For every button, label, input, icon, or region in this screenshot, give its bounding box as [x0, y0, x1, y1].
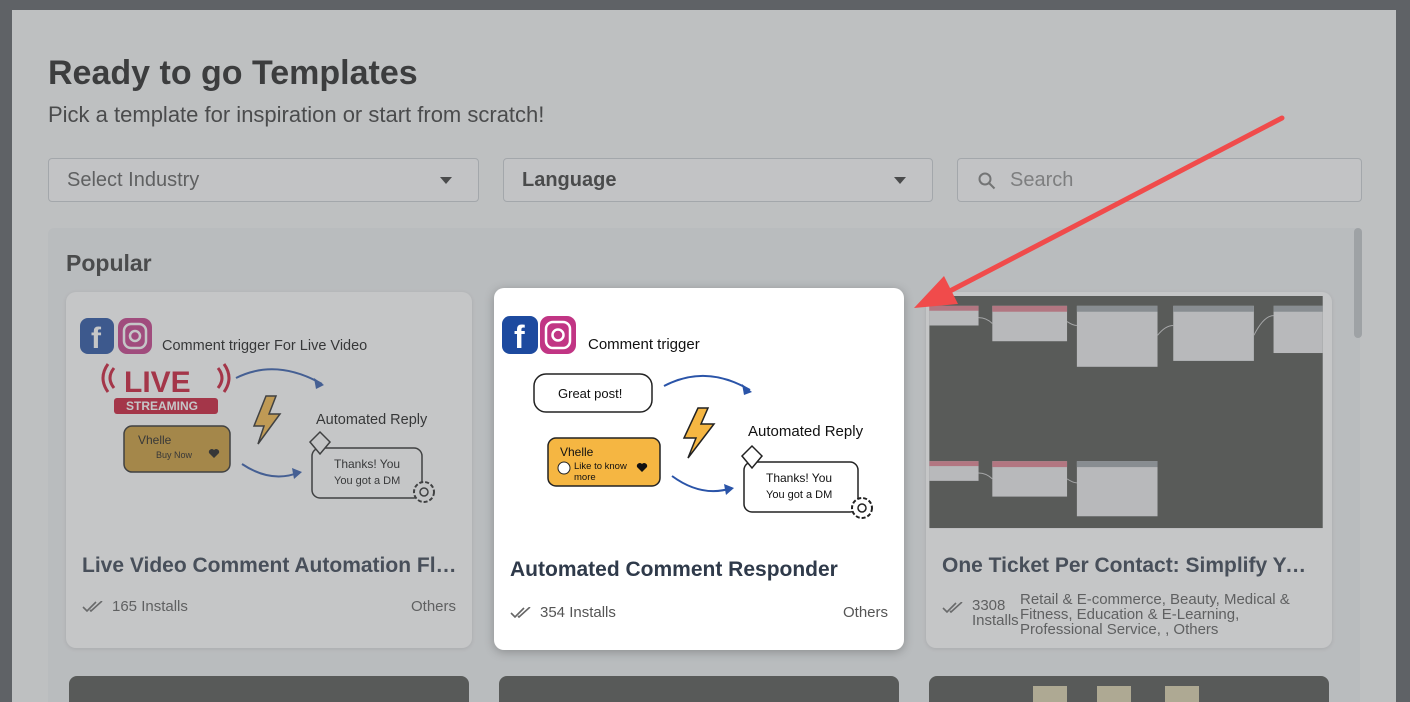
language-select[interactable]: Language: [503, 158, 933, 202]
scrollbar[interactable]: [1354, 228, 1362, 338]
page-title: Ready to go Templates: [48, 54, 418, 92]
lightning-icon: [682, 407, 716, 459]
streaming-text: STREAMING: [126, 399, 198, 413]
template-thumbnail: f Comment trigger Great post! Automated …: [502, 316, 873, 519]
language-select-label: Language: [522, 168, 617, 191]
industry-select-label: Select Industry: [67, 168, 200, 191]
template-title: One Ticket Per Contact: Simplify You...: [942, 554, 1318, 577]
gear-icon: [413, 481, 435, 503]
svg-text:Vhelle: Vhelle: [138, 433, 172, 447]
caret-down-icon: [440, 177, 452, 184]
reply-label: Automated Reply: [748, 423, 864, 440]
flow-diagram-preview: [1033, 686, 1199, 702]
svg-text:f: f: [91, 322, 102, 355]
page-subtitle: Pick a template for inspiration or start…: [48, 102, 545, 127]
trigger-label: Comment trigger For Live Video: [162, 338, 367, 354]
search-input[interactable]: Search: [957, 158, 1362, 202]
template-category: Others: [410, 598, 456, 615]
svg-text:Thanks! You: Thanks! You: [334, 457, 400, 471]
template-category: Others: [842, 604, 888, 621]
user-comment-bubble: Vhelle Like to know more: [547, 437, 661, 487]
template-card-partial[interactable]: [499, 676, 899, 702]
section-heading-popular: Popular: [66, 250, 152, 276]
template-title: Automated Comment Responder: [510, 558, 838, 581]
user-comment-bubble: Vhelle Buy Now: [123, 425, 231, 473]
install-count: 3308 Installs: [942, 598, 1019, 628]
check-circle-icon: [557, 461, 571, 475]
caret-down-icon: [894, 177, 906, 184]
double-check-icon: [942, 602, 963, 614]
install-count: 165 Installs: [82, 598, 188, 615]
svg-text:You got a DM: You got a DM: [766, 489, 832, 501]
industry-select[interactable]: Select Industry: [48, 158, 479, 202]
comment-bubble: Great post!: [533, 373, 653, 413]
svg-text:Buy Now: Buy Now: [156, 450, 193, 460]
svg-text:Thanks! You: Thanks! You: [766, 471, 832, 485]
svg-text:Great post!: Great post!: [558, 386, 622, 401]
template-card-comment-responder[interactable]: f Comment trigger Great post! Automated …: [494, 288, 904, 650]
svg-text:more: more: [574, 472, 596, 483]
live-badge: LIVE STREAMING: [101, 363, 231, 414]
svg-text:Vhelle: Vhelle: [560, 445, 594, 459]
double-check-icon: [82, 600, 103, 612]
dm-bubble: Thanks! You You got a DM: [740, 444, 873, 519]
live-text: LIVE: [124, 366, 191, 399]
search-placeholder: Search: [1010, 168, 1074, 191]
instagram-icon: [540, 316, 576, 354]
instagram-icon: [118, 318, 152, 354]
facebook-icon: f: [80, 318, 114, 355]
gear-icon: [851, 497, 873, 519]
double-check-icon: [510, 606, 531, 618]
svg-text:f: f: [514, 319, 525, 355]
template-card-live-video[interactable]: f Comment trigger For Live Video LIVE ST…: [66, 292, 472, 648]
lightning-icon: [252, 395, 282, 445]
svg-text:Like to know: Like to know: [574, 461, 627, 472]
template-thumbnail: [929, 296, 1323, 529]
template-card-one-ticket[interactable]: One Ticket Per Contact: Simplify You... …: [926, 292, 1332, 648]
template-modal: Ready to go Templates Pick a template fo…: [12, 10, 1396, 702]
trigger-label: Comment trigger: [588, 336, 700, 353]
facebook-icon: f: [502, 316, 538, 355]
template-card-partial[interactable]: [929, 676, 1329, 702]
template-category: Retail & E-commerce, Beauty, Medical & F…: [1020, 591, 1290, 638]
dm-bubble: Thanks! You You got a DM: [308, 430, 435, 503]
template-thumbnail: f Comment trigger For Live Video LIVE ST…: [80, 318, 435, 503]
install-count: 354 Installs: [510, 604, 616, 621]
reply-label: Automated Reply: [316, 412, 428, 428]
svg-text:You got a DM: You got a DM: [334, 475, 400, 487]
template-title: Live Video Comment Automation Flow: [82, 554, 458, 577]
template-card-partial[interactable]: [69, 676, 469, 702]
search-icon: [978, 172, 996, 190]
